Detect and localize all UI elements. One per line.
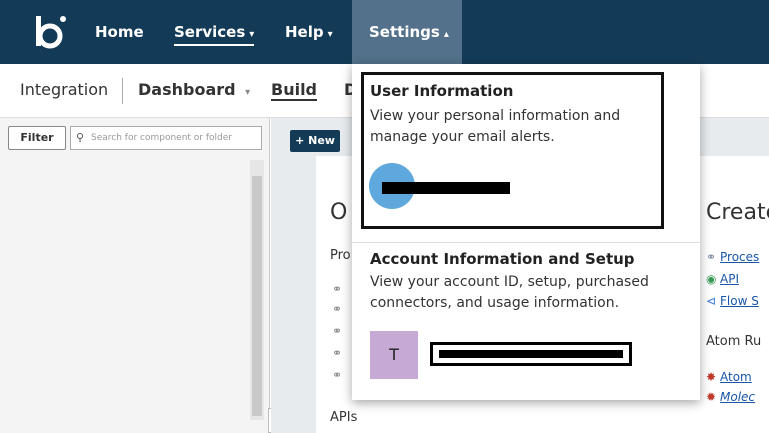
nav-settings-label[interactable]: Settings ▴: [369, 0, 449, 64]
nav-help-text: Help: [285, 23, 324, 41]
redacted-user-name: [382, 182, 510, 194]
nav-home-label: Home: [95, 23, 144, 41]
chevron-down-icon: ▾: [245, 87, 251, 98]
nav-help[interactable]: Help ▾: [285, 0, 333, 64]
nav-help-label: Help ▾: [285, 0, 333, 67]
card-heading-left: O: [330, 200, 348, 225]
new-button[interactable]: + New: [290, 130, 340, 152]
api-icon: ◉: [706, 272, 717, 286]
redacted-account-name: [430, 342, 632, 366]
user-information-description: View your personal information and manag…: [370, 108, 621, 145]
atom-link[interactable]: ✸ Atom: [706, 370, 752, 384]
search-icon: ⚲: [76, 131, 85, 144]
process-icon: ⚭: [332, 282, 343, 296]
molecule-link-text: Molec: [720, 390, 756, 404]
atom-link-text: Atom: [720, 370, 752, 384]
chevron-down-icon: ▾: [249, 29, 255, 40]
process-icon: ⚭: [706, 250, 717, 264]
nav-settings-text: Settings: [369, 23, 440, 41]
component-search-input[interactable]: ⚲ Search for component or folder: [70, 126, 262, 150]
apis-label: APIs: [330, 410, 358, 425]
create-heading: Create: [706, 200, 769, 225]
component-explorer-panel: Filter ⚲ Search for component or folder: [0, 118, 270, 433]
chevron-up-icon: ▴: [443, 29, 449, 40]
dashboard-text: Dashboard: [138, 80, 236, 99]
account-avatar[interactable]: T: [370, 331, 418, 379]
boomi-logo[interactable]: [30, 12, 70, 52]
create-process-link[interactable]: ⚭ Proces: [706, 250, 759, 264]
filter-button[interactable]: Filter: [8, 126, 66, 150]
nav-services-label: Services ▾: [174, 23, 255, 46]
nav-services-text: Services: [174, 23, 246, 41]
process-icon: ⚭: [332, 302, 343, 316]
create-api-link[interactable]: ◉ API: [706, 272, 739, 286]
process-icon: ⚭: [332, 346, 343, 360]
create-api-text: API: [720, 272, 739, 286]
scrollbar-thumb[interactable]: [252, 176, 262, 416]
create-flow-text: Flow S: [720, 294, 759, 308]
molecule-link[interactable]: ✹ Molec: [706, 390, 755, 404]
redaction-bar: [439, 350, 623, 358]
nav-home[interactable]: Home: [95, 0, 144, 64]
create-process-text: Proces: [720, 250, 760, 264]
nav-services[interactable]: Services ▾: [174, 0, 255, 64]
build-tab[interactable]: Build: [271, 80, 318, 101]
dashboard-menu[interactable]: Dashboard ▾: [138, 80, 250, 99]
card-subheading-left: Pro: [330, 248, 351, 263]
molecule-icon: ✹: [706, 390, 717, 404]
account-information-title[interactable]: Account Information and Setup: [370, 250, 635, 268]
search-placeholder: Search for component or folder: [91, 133, 232, 143]
user-information-title[interactable]: User Information: [370, 82, 513, 100]
account-information-description: View your account ID, setup, purchased c…: [370, 274, 649, 311]
atom-runtime-label: Atom Ru: [706, 334, 762, 349]
chevron-down-icon: ▾: [327, 29, 333, 40]
process-icon: ⚭: [332, 368, 343, 382]
create-flow-link[interactable]: ⊲ Flow S: [706, 294, 759, 308]
integration-label: Integration: [20, 80, 109, 99]
process-icon: ⚭: [332, 324, 343, 338]
flow-icon: ⊲: [706, 294, 717, 308]
atom-icon: ✸: [706, 370, 717, 384]
dropdown-divider: [352, 242, 700, 243]
divider: [122, 78, 123, 104]
